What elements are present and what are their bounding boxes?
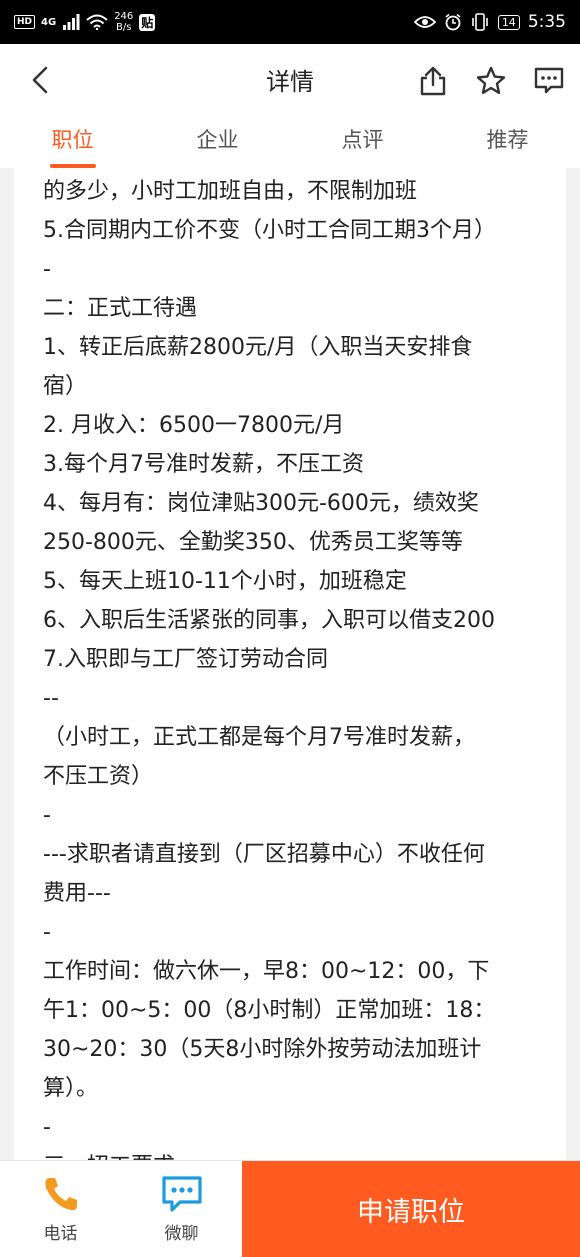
clock: 5:35: [527, 12, 566, 32]
wifi-icon: [86, 14, 108, 30]
description-line: 6、入职后生活紧张的同事，入职可以借支200: [43, 608, 495, 633]
chat-button[interactable]: 微聊: [121, 1161, 242, 1257]
star-icon: [476, 66, 506, 94]
phone-button[interactable]: 电话: [0, 1161, 121, 1257]
hd-badge: HD: [14, 15, 36, 29]
tab-position[interactable]: 职位: [0, 116, 145, 168]
chat-icon: [161, 1175, 202, 1212]
favorite-button[interactable]: [470, 60, 512, 102]
description-line: --: [43, 686, 59, 711]
description-line: 算）。: [43, 1076, 99, 1101]
message-icon: [534, 67, 564, 94]
apply-button[interactable]: 申请职位: [242, 1161, 580, 1257]
report-button[interactable]: [528, 60, 570, 102]
description-line: 7.入职即与工厂签订劳动合同: [43, 647, 328, 672]
status-bar: HD 4G 246 B/s 贴 14 5:35: [0, 0, 580, 44]
description-line: （小时工，正式工都是每个月7号准时发薪，: [43, 725, 475, 750]
header: 详情 职位 企业 点评 推荐: [0, 44, 580, 168]
battery-icon: 14: [497, 14, 520, 30]
back-button[interactable]: [20, 60, 60, 100]
description-line: -: [43, 920, 51, 945]
description-line: 三、招工要求: [43, 1147, 550, 1160]
chevron-left-icon: [32, 66, 48, 94]
description-line: -: [43, 803, 51, 828]
network-type: 4G: [41, 16, 57, 28]
description-line: 的多少，小时工加班自由，不限制加班: [43, 179, 418, 204]
description-line: 二：正式工待遇: [43, 296, 198, 321]
job-description-panel[interactable]: 的多少，小时工加班自由，不限制加班 5.合同期内工价不变（小时工合同工期3个月） -…: [14, 168, 566, 1160]
description-line: 5.合同期内工价不变（小时工合同工期3个月）: [43, 218, 496, 243]
description-line: 2. 月收入：6500一7800元/月: [43, 413, 345, 438]
description-line: 费用---: [43, 881, 111, 906]
description-line: 4、每月有：岗位津贴300元-600元，绩效奖: [43, 491, 479, 516]
tab-recommend[interactable]: 推荐: [435, 116, 580, 168]
description-line: 不压工资）: [43, 764, 154, 789]
vibrate-icon: [472, 13, 488, 31]
description-line: 250-800元、全勤奖350、优秀员工奖等等: [43, 530, 463, 555]
description-line: -: [43, 1115, 51, 1140]
signal-icon: [63, 14, 80, 30]
phone-label: 电话: [43, 1223, 78, 1244]
description-line: 工作时间：做六休一，早8：00~12：00，下: [43, 959, 490, 984]
top-bar: 详情: [0, 44, 580, 116]
job-description-text: 的多少，小时工加班自由，不限制加班 5.合同期内工价不变（小时工合同工期3个月） -…: [14, 168, 566, 1160]
share-button[interactable]: [412, 60, 454, 102]
description-line: 宿）: [43, 374, 88, 399]
eye-icon: [413, 16, 436, 28]
description-line: ---求职者请直接到（厂区招募中心）不收任何: [43, 842, 485, 867]
description-line: -: [43, 257, 51, 282]
tab-reviews[interactable]: 点评: [290, 116, 435, 168]
chat-label: 微聊: [164, 1223, 199, 1244]
tie-badge: 贴: [139, 13, 156, 31]
tab-bar: 职位 企业 点评 推荐: [0, 116, 580, 168]
description-line: 1、转正后底薪2800元/月（入职当天安排食: [43, 335, 473, 360]
alarm-icon: [445, 13, 461, 31]
description-line: 5、每天上班10-11个小时，加班稳定: [43, 569, 407, 594]
bottom-action-bar: 电话 微聊 申请职位: [0, 1160, 580, 1257]
network-speed: 246 B/s: [114, 11, 134, 33]
tab-company[interactable]: 企业: [145, 116, 290, 168]
description-line: 30~20：30（5天8小时除外按劳动法加班计: [43, 1037, 482, 1062]
description-line: 3.每个月7号准时发薪，不压工资: [43, 452, 364, 477]
description-line: 午1：00~5：00（8小时制）正常加班：18：: [43, 998, 496, 1023]
share-icon: [420, 66, 446, 96]
phone-icon: [44, 1177, 77, 1210]
